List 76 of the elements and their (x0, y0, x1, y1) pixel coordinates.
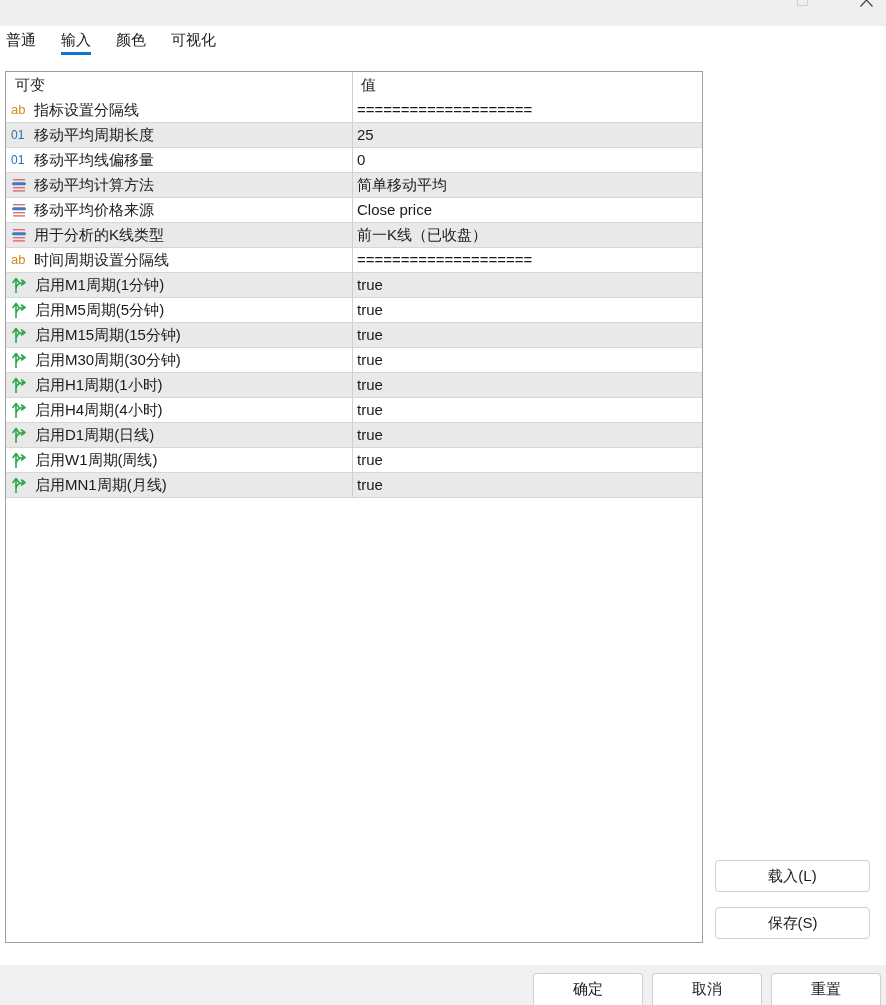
parameter-name: 移动平均价格来源 (34, 201, 154, 219)
branch-arrow-icon (12, 277, 27, 293)
parameter-value: true (357, 426, 383, 444)
branch-arrow-icon (12, 327, 27, 343)
list-type-icon (12, 178, 26, 192)
tab[interactable]: 输入 (61, 30, 91, 55)
parameter-name: 启用MN1周期(月线) (35, 476, 167, 494)
parameter-value: true (357, 276, 383, 294)
parameter-name: 用于分析的K线类型 (34, 226, 164, 244)
parameter-value: 0 (357, 151, 366, 169)
table-row[interactable]: 启用W1周期(周线) true (6, 448, 702, 473)
table-row[interactable]: 启用M1周期(1分钟) true (6, 273, 702, 298)
parameter-name: 启用M1周期(1分钟) (35, 276, 165, 294)
table-row[interactable]: ab 时间周期设置分隔线 ==================== (6, 248, 702, 273)
table-row[interactable]: 启用H1周期(1小时) true (6, 373, 702, 398)
parameter-name: 移动平均周期长度 (34, 126, 154, 144)
table-row[interactable]: 移动平均价格来源 Close price (6, 198, 702, 223)
text-type-icon: ab (11, 103, 27, 117)
branch-arrow-icon (12, 302, 27, 318)
table-row[interactable]: 启用H4周期(4小时) true (6, 398, 702, 423)
parameter-name: 时间周期设置分隔线 (34, 251, 169, 269)
parameter-value: true (357, 401, 383, 419)
parameter-name: 启用M15周期(15分钟) (35, 326, 181, 344)
table-row[interactable]: 启用D1周期(日线) true (6, 423, 702, 448)
table-row[interactable]: 01 移动平均线偏移量 0 (6, 148, 702, 173)
tab[interactable]: 可视化 (171, 30, 216, 55)
parameter-name: 启用H4周期(4小时) (35, 401, 163, 419)
column-header: 可变 (15, 75, 45, 95)
list-type-icon (12, 203, 26, 217)
branch-arrow-icon (12, 402, 27, 418)
table-row[interactable]: ab 指标设置分隔线 ==================== (6, 98, 702, 123)
text-type-icon: ab (11, 253, 27, 267)
cancel-button[interactable]: 取消 (652, 973, 762, 1005)
branch-arrow-icon (12, 377, 27, 393)
reset-button[interactable]: 重置 (771, 973, 881, 1005)
parameter-name: 启用M30周期(30分钟) (35, 351, 181, 369)
branch-arrow-icon (12, 427, 27, 443)
parameter-value: 25 (357, 126, 374, 144)
table-row[interactable]: 启用M15周期(15分钟) true (6, 323, 702, 348)
table-row[interactable]: 用于分析的K线类型 前一K线（已收盘） (6, 223, 702, 248)
table-row[interactable]: 01 移动平均周期长度 25 (6, 123, 702, 148)
parameter-value: true (357, 451, 383, 469)
list-type-icon (12, 228, 26, 242)
table-row[interactable]: 启用M5周期(5分钟) true (6, 298, 702, 323)
parameter-value: true (357, 326, 383, 344)
tab[interactable]: 普通 (6, 30, 36, 55)
parameter-name: 启用H1周期(1小时) (35, 376, 163, 394)
parameter-name: 启用M5周期(5分钟) (35, 301, 165, 319)
table-row[interactable]: 启用M30周期(30分钟) true (6, 348, 702, 373)
parameter-value: true (357, 351, 383, 369)
parameter-name: 启用W1周期(周线) (35, 451, 158, 469)
load-button[interactable]: 载入(L) (715, 860, 870, 892)
ok-button[interactable]: 确定 (533, 973, 643, 1005)
parameter-value: Close price (357, 201, 433, 219)
parameter-name: 指标设置分隔线 (34, 101, 139, 119)
close-icon[interactable] (860, 0, 873, 7)
parameter-value: true (357, 476, 383, 494)
parameter-value: true (357, 376, 383, 394)
table-row[interactable]: 移动平均计算方法 简单移动平均 (6, 173, 702, 198)
parameter-value: 简单移动平均 (357, 176, 447, 194)
save-button[interactable]: 保存(S) (715, 907, 870, 939)
parameter-value: ==================== (357, 251, 533, 269)
number-type-icon: 01 (11, 153, 27, 167)
column-header: 值 (361, 75, 376, 95)
branch-arrow-icon (12, 452, 27, 468)
parameter-name: 移动平均线偏移量 (34, 151, 154, 169)
number-type-icon: 01 (11, 128, 27, 142)
tab[interactable]: 颜色 (116, 30, 146, 55)
parameter-value: 前一K线（已收盘） (357, 226, 487, 244)
table-row[interactable]: 启用MN1周期(月线) true (6, 473, 702, 498)
branch-arrow-icon (12, 352, 27, 368)
parameter-name: 启用D1周期(日线) (35, 426, 155, 444)
parameter-name: 移动平均计算方法 (34, 176, 154, 194)
parameter-value: true (357, 301, 383, 319)
branch-arrow-icon (12, 477, 27, 493)
parameter-value: ==================== (357, 101, 533, 119)
